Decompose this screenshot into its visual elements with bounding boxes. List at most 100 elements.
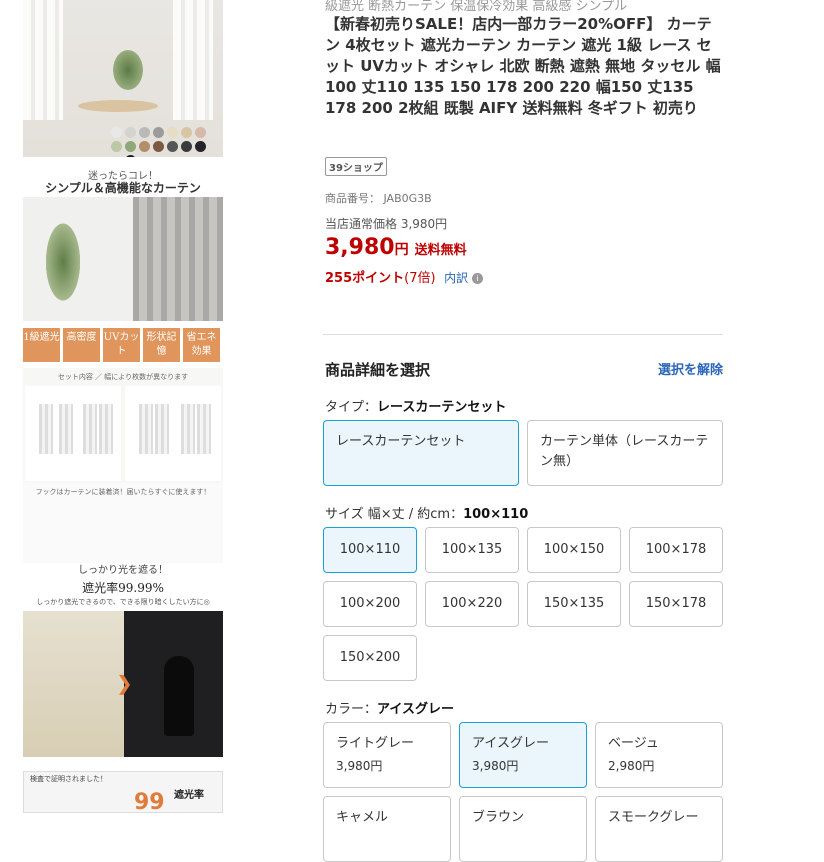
color-swatch [167, 141, 178, 152]
points-block: 255ポイント(7倍) 内訳 i [325, 267, 483, 286]
set-contents-title: セット内容 [57, 373, 93, 381]
product-tags: 級遮光 断熱カーテン 保温保冷効果 高級感 シンプル [325, 0, 628, 14]
size-selected-value: 100×110 [463, 507, 529, 522]
option-label: カーテン単体（レースカーテン無） [540, 434, 709, 469]
points-value: 255ポイント [325, 271, 405, 286]
size-option[interactable]: 100×200 [323, 581, 417, 627]
table-decor [78, 100, 158, 112]
price-value: 3,980 [325, 235, 395, 260]
curtain-folds [133, 197, 223, 321]
hook-note: フックはカーテンに装着済！届いたらすぐに使えます！ [35, 488, 211, 496]
regular-price: 当店通常価格 3,980円 [325, 217, 448, 231]
main-product-photo[interactable] [23, 0, 223, 157]
product-image-gallery[interactable]: 迷ったらコレ！ シンプル＆高機能なカーテン 1級遮光 高密度 UVカット 形状記… [23, 0, 223, 813]
dark-room [124, 611, 223, 757]
option-label: 100×150 [543, 542, 605, 557]
plant-decor [113, 50, 143, 90]
gallery-caption-b: シンプル＆高機能なカーテン [45, 181, 201, 195]
feature-badge: 省エネ効果 [183, 328, 220, 362]
color-option[interactable]: ベージュ 2,980円 [595, 722, 723, 788]
feature-photo[interactable] [23, 197, 223, 321]
option-label: ライトグレー [336, 736, 415, 751]
section-divider [323, 334, 723, 335]
set-contents-header: セット内容 ／ 幅により枚数が異なります [57, 373, 189, 381]
test-certificate-image[interactable]: 検査で証明されました！ 99 遮光率 [23, 771, 223, 813]
color-swatch [153, 141, 164, 152]
size-option[interactable]: 100×135 [425, 527, 519, 573]
option-label: 100×220 [441, 596, 503, 611]
set-150-panel [125, 386, 221, 481]
certificate-tag: 遮光率 [174, 790, 204, 801]
option-price: 3,980円 [472, 759, 519, 773]
gallery-caption-e: しっかり遮光できるので、できる限り暗くしたい方に◎ [36, 598, 210, 606]
hook-info-image[interactable]: フックはカーテンに装着済！届いたらすぐに使えます！ [23, 483, 223, 563]
color-option[interactable]: キャメル [323, 796, 451, 862]
points-breakdown-label: 内訳 [444, 271, 469, 285]
color-label-text: カラー： [325, 702, 378, 717]
color-option[interactable]: アイスグレー 3,980円 [459, 722, 587, 788]
curtain-left [23, 0, 63, 120]
type-option[interactable]: カーテン単体（レースカーテン無） [527, 420, 723, 486]
size-option[interactable]: 100×150 [527, 527, 621, 573]
free-shipping-label: 送料無料 [414, 243, 467, 258]
daylight-room [23, 611, 124, 757]
gallery-caption-d: 遮光率99.99% [82, 581, 164, 595]
type-label-text: タイプ： [325, 400, 378, 415]
color-swatch [111, 141, 122, 152]
color-swatch [111, 155, 122, 157]
shop-badge: 39ショップ [325, 157, 387, 176]
color-option[interactable]: ライトグレー 3,980円 [323, 722, 451, 788]
set-contents-image[interactable]: セット内容 ／ 幅により枚数が異なります [23, 368, 223, 483]
option-price: 3,980円 [336, 759, 383, 773]
chevron-right-icon: ❯ [116, 671, 133, 695]
color-option[interactable]: ブラウン [459, 796, 587, 862]
option-label: 100×110 [339, 542, 401, 557]
points-breakdown-link[interactable]: 内訳 i [444, 271, 483, 285]
size-option[interactable]: 100×220 [425, 581, 519, 627]
color-swatch [139, 141, 150, 152]
certificate-big-number: 99 [134, 790, 165, 813]
color-swatch [125, 127, 136, 138]
option-label: 150×178 [645, 596, 707, 611]
blackout-comparison-photo[interactable]: ❯ [23, 611, 223, 757]
price-currency: 円 [394, 242, 409, 258]
gallery-caption-a: 迷ったらコレ！ [88, 171, 158, 182]
size-option[interactable]: 150×200 [323, 635, 417, 681]
option-selector-title: 商品詳細を選択 [325, 361, 431, 379]
set-contents-note: 幅により枚数が異なります [104, 373, 189, 381]
option-label: 100×200 [339, 596, 401, 611]
color-label: カラー：アイスグレー [325, 698, 454, 717]
color-selected-value: アイスグレー [377, 702, 454, 717]
size-option[interactable]: 100×178 [629, 527, 723, 573]
info-icon: i [471, 273, 483, 284]
product-sku: 商品番号： JAB0G3B [325, 192, 432, 205]
certificate-caption: 検査で証明されました！ [30, 775, 107, 783]
product-title: 【新春初売りSALE！店内一部カラー20%OFF】 カーテン 4枚セット 遮光カ… [325, 15, 721, 117]
feature-badge: 1級遮光 [23, 328, 60, 362]
color-swatch-dots [111, 127, 219, 157]
color-swatch [153, 127, 164, 138]
silhouette [164, 656, 194, 736]
type-option[interactable]: レースカーテンセット [323, 420, 519, 486]
clear-selection-link[interactable]: 選択を解除 [658, 359, 723, 380]
size-option[interactable]: 150×135 [527, 581, 621, 627]
feature-badge: 高密度 [63, 328, 100, 362]
size-option[interactable]: 150×178 [629, 581, 723, 627]
feature-badges: 1級遮光 高密度 UVカット 形状記憶 省エネ効果 [23, 321, 223, 368]
color-swatch [167, 127, 178, 138]
option-label: ベージュ [608, 736, 659, 751]
option-label: スモークグレー [608, 810, 699, 825]
option-label: 150×200 [339, 650, 401, 665]
option-label: 150×135 [543, 596, 605, 611]
color-swatch [139, 127, 150, 138]
color-swatch [125, 155, 136, 157]
option-label: ブラウン [472, 810, 525, 825]
size-option[interactable]: 100×110 [323, 527, 417, 573]
option-label: レースカーテンセット [336, 434, 466, 449]
color-option[interactable]: スモークグレー [595, 796, 723, 862]
color-swatch [181, 127, 192, 138]
option-price: 2,980円 [608, 759, 655, 773]
price-block: 3,980円 送料無料 [325, 235, 467, 260]
set-100-panel [25, 386, 121, 481]
size-label-text: サイズ 幅×丈 / 約cm： [325, 507, 464, 522]
